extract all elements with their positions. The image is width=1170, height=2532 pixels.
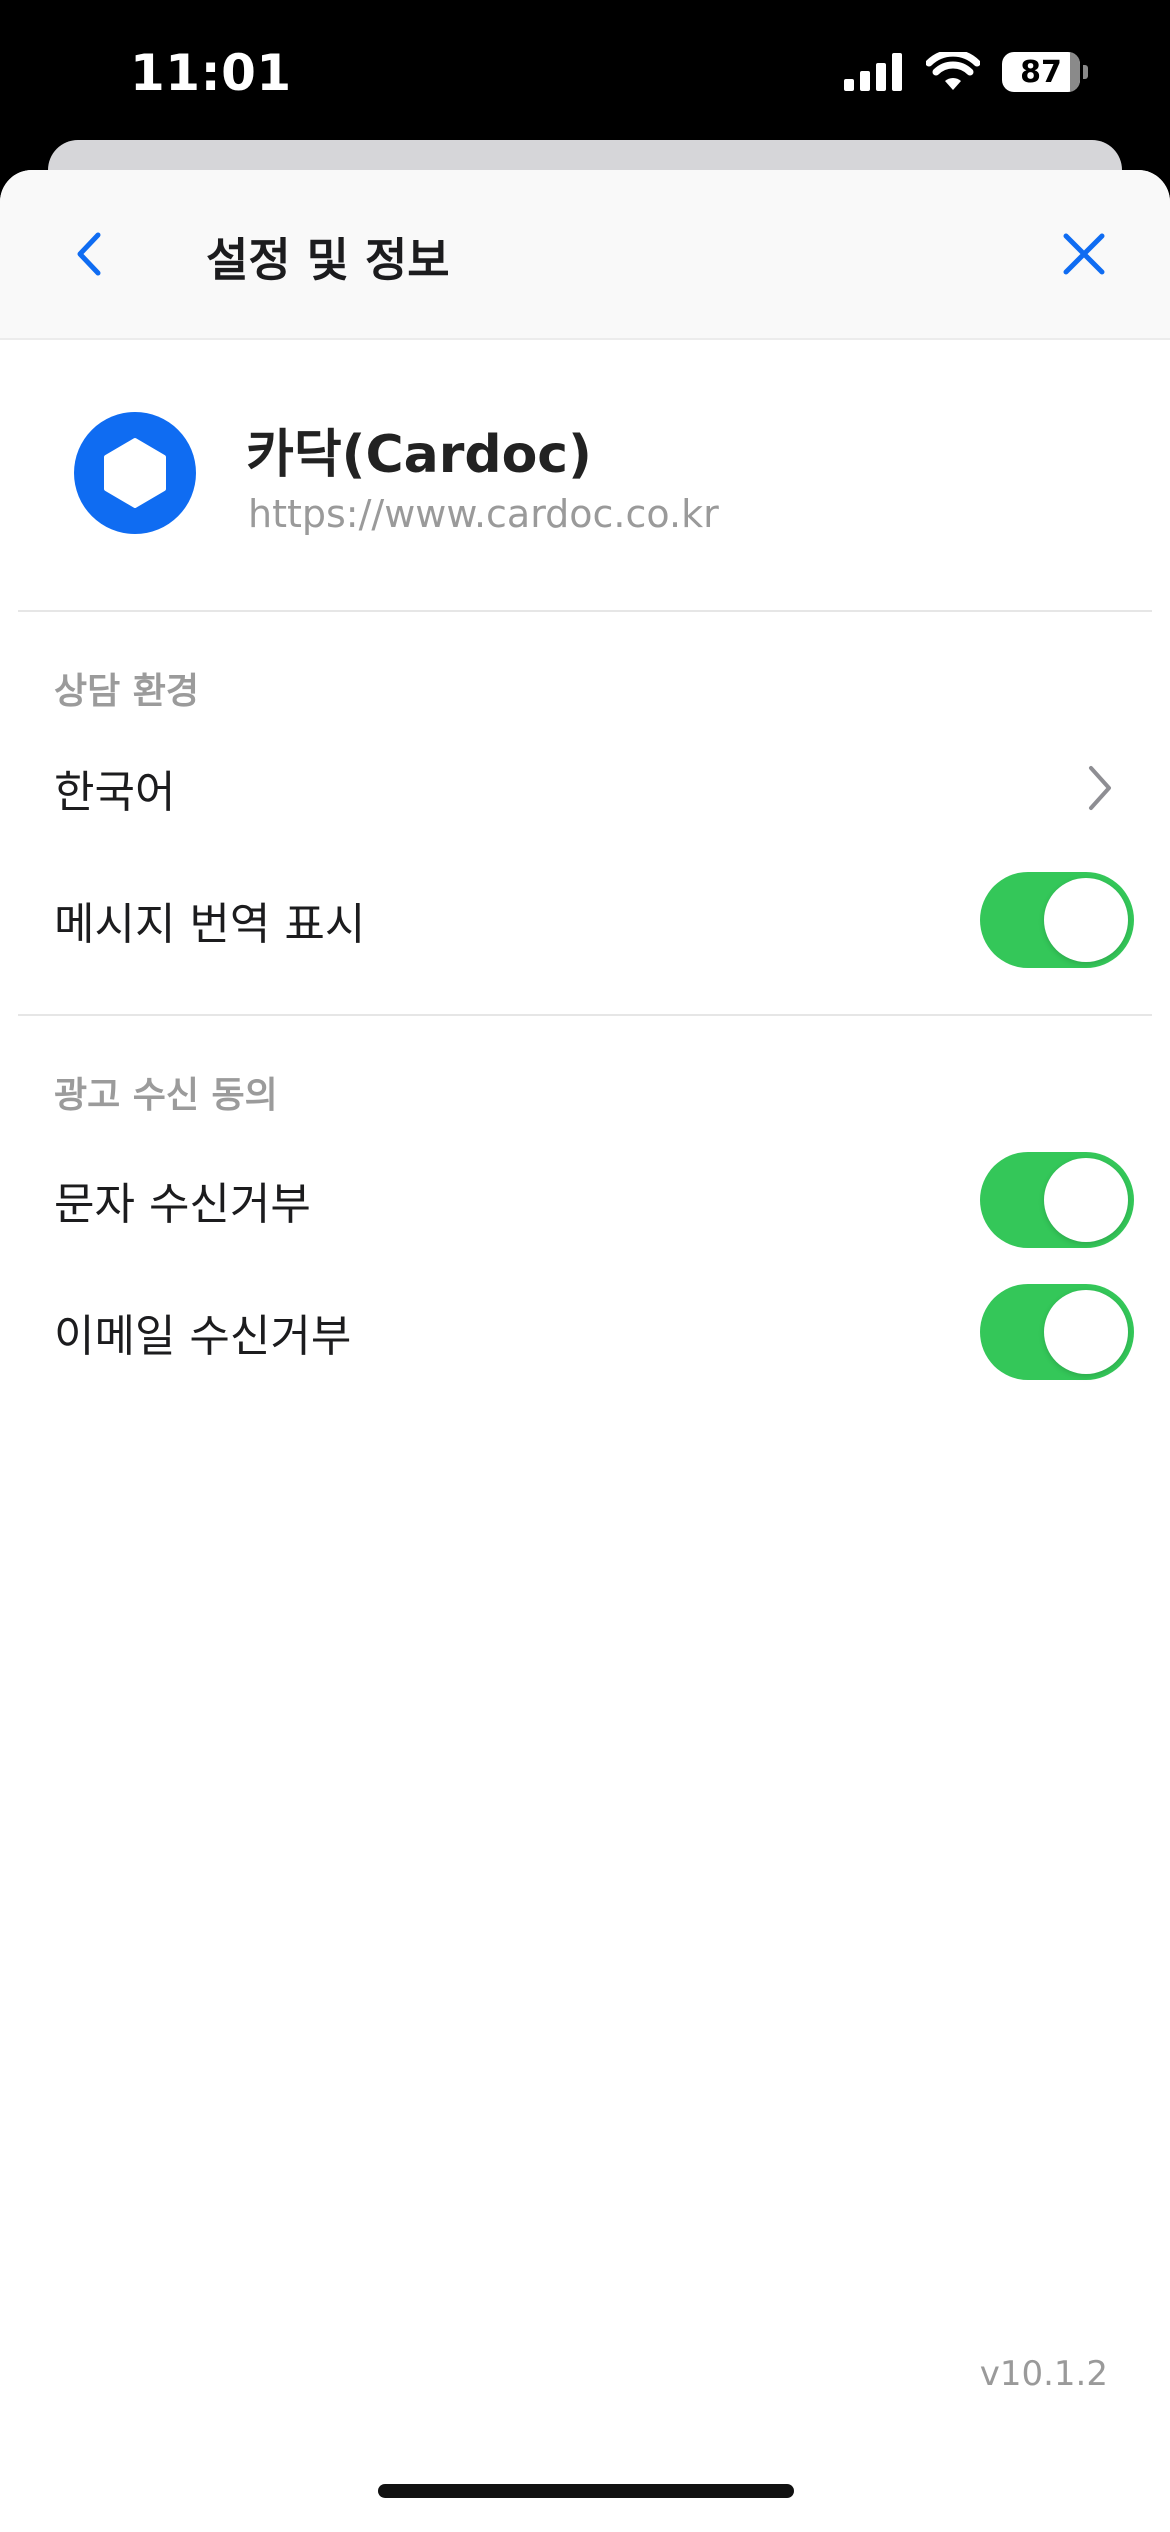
cellular-signal-icon: [844, 53, 902, 91]
translation-row: 메시지 번역 표시: [18, 854, 1152, 986]
status-time: 11:01: [130, 44, 292, 102]
nav-bar: 설정 및 정보: [0, 170, 1170, 340]
toggle-knob: [1044, 1158, 1128, 1242]
section-title: 상담 환경: [54, 671, 200, 712]
toggle-knob: [1044, 878, 1128, 962]
company-url[interactable]: https://www.cardoc.co.kr: [248, 492, 719, 536]
company-info: 카닥(Cardoc) https://www.cardoc.co.kr: [18, 340, 1152, 612]
page-title: 설정 및 정보: [206, 233, 450, 287]
screen: 11:01 87 설정 및 정보 카닥(Cardoc) https://www.…: [0, 0, 1170, 2532]
hexagon-logo-icon: [74, 412, 196, 534]
battery-nub: [1083, 65, 1088, 79]
section-title: 광고 수신 동의: [54, 1075, 278, 1116]
company-name: 카닥(Cardoc): [246, 425, 592, 485]
close-icon: [1063, 233, 1105, 275]
settings-sheet: 설정 및 정보 카닥(Cardoc) https://www.cardoc.co…: [0, 170, 1170, 2532]
back-button[interactable]: [58, 222, 122, 286]
section-consult-settings: 상담 환경 한국어 메시지 번역 표시: [18, 612, 1152, 1016]
row-label: 한국어: [54, 767, 176, 818]
chevron-left-icon: [77, 232, 101, 276]
chevron-right-icon: [1076, 762, 1124, 814]
home-indicator[interactable]: [378, 2484, 794, 2498]
battery-empty-portion: [1070, 52, 1080, 92]
translation-toggle[interactable]: [980, 872, 1134, 968]
section-ad-consent: 광고 수신 동의 문자 수신거부 이메일 수신거부: [18, 1016, 1152, 1398]
app-version: v10.1.2: [979, 2354, 1108, 2394]
status-icons: 87: [844, 52, 1088, 92]
email-optout-row: 이메일 수신거부: [18, 1266, 1152, 1398]
sms-optout-toggle[interactable]: [980, 1152, 1134, 1248]
hexagon-shape: [104, 438, 166, 508]
language-row[interactable]: 한국어: [18, 722, 1152, 854]
row-label: 메시지 번역 표시: [54, 899, 366, 950]
row-label: 이메일 수신거부: [54, 1311, 352, 1362]
close-button[interactable]: [1050, 220, 1118, 288]
wifi-icon: [926, 52, 980, 90]
email-optout-toggle[interactable]: [980, 1284, 1134, 1380]
toggle-knob: [1044, 1290, 1128, 1374]
battery-level: 87: [1020, 54, 1062, 90]
battery-icon: 87: [1002, 52, 1088, 92]
battery-body: 87: [1002, 52, 1080, 92]
row-label: 문자 수신거부: [54, 1179, 311, 1230]
sms-optout-row: 문자 수신거부: [18, 1134, 1152, 1266]
